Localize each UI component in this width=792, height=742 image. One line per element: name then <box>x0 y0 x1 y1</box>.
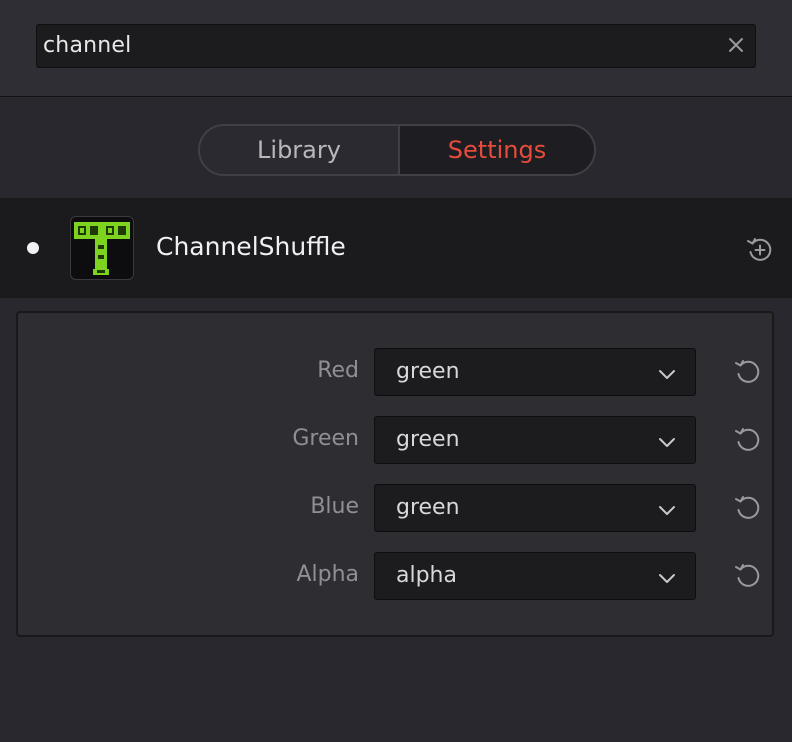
chevron-down-icon <box>659 370 675 379</box>
channel-row-red: Red green <box>0 348 792 396</box>
reset-icon[interactable] <box>732 492 764 524</box>
blue-channel-select[interactable]: green <box>374 484 696 532</box>
green-channel-select[interactable]: green <box>374 416 696 464</box>
close-icon[interactable] <box>725 34 747 56</box>
tab-library[interactable]: Library <box>200 126 398 174</box>
tool-name: ChannelShuffle <box>156 232 346 261</box>
tab-settings[interactable]: Settings <box>398 126 594 174</box>
chevron-down-icon <box>659 438 675 447</box>
search-input[interactable]: channel <box>36 24 756 68</box>
library-settings-toggle: Library Settings <box>198 124 596 176</box>
reset-icon[interactable] <box>732 560 764 592</box>
row-label: Green <box>292 426 359 451</box>
row-label: Alpha <box>296 562 359 587</box>
alpha-channel-select[interactable]: alpha <box>374 552 696 600</box>
chevron-down-icon <box>659 574 675 583</box>
search-bar-area: channel <box>0 0 792 97</box>
channel-shuffle-tool-icon <box>70 216 134 280</box>
search-input-value: channel <box>43 33 132 58</box>
active-indicator-dot <box>27 242 39 254</box>
row-label: Red <box>317 358 359 383</box>
select-value: green <box>396 427 460 452</box>
channel-row-alpha: Alpha alpha <box>0 552 792 600</box>
row-label: Blue <box>310 494 359 519</box>
select-value: green <box>396 495 460 520</box>
channel-row-blue: Blue green <box>0 484 792 532</box>
reset-icon[interactable] <box>732 356 764 388</box>
red-channel-select[interactable]: green <box>374 348 696 396</box>
reset-icon[interactable] <box>732 424 764 456</box>
chevron-down-icon <box>659 506 675 515</box>
reset-add-icon[interactable] <box>744 234 776 266</box>
channel-row-green: Green green <box>0 416 792 464</box>
select-value: green <box>396 359 460 384</box>
select-value: alpha <box>396 563 457 588</box>
